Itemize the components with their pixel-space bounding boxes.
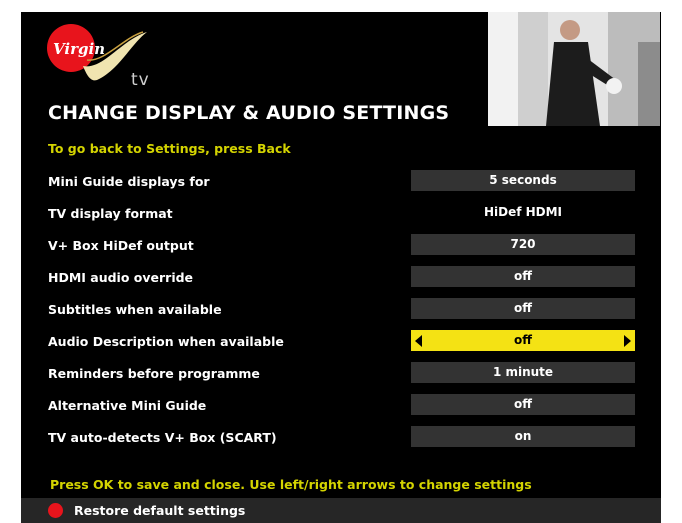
setting-label: Subtitles when available bbox=[48, 302, 222, 317]
page-title: CHANGE DISPLAY & AUDIO SETTINGS bbox=[48, 102, 450, 124]
setting-row-hidef-output[interactable]: V+ Box HiDef output 720 bbox=[21, 234, 661, 260]
setting-value-box[interactable]: off bbox=[411, 266, 635, 287]
setting-label: Reminders before programme bbox=[48, 366, 260, 381]
setting-label: Audio Description when available bbox=[48, 334, 284, 349]
logo-tv-text: tv bbox=[131, 70, 150, 90]
setting-value-box[interactable]: 720 bbox=[411, 234, 635, 255]
svg-text:Virgin: Virgin bbox=[53, 40, 105, 58]
setting-row-reminders[interactable]: Reminders before programme 1 minute bbox=[21, 362, 661, 388]
setting-value-box[interactable]: HiDef HDMI bbox=[411, 202, 635, 223]
setting-row-tv-display-format[interactable]: TV display format HiDef HDMI bbox=[21, 202, 661, 228]
setting-value-box[interactable]: 5 seconds bbox=[411, 170, 635, 191]
restore-defaults-button[interactable]: Restore default settings bbox=[21, 498, 661, 523]
setting-row-scart-autodetect[interactable]: TV auto-detects V+ Box (SCART) on bbox=[21, 426, 661, 452]
setting-row-audio-description[interactable]: Audio Description when available off bbox=[21, 330, 661, 356]
tv-screen: Virgin tv CHANGE DISPLAY & AUDIO SETTING… bbox=[21, 12, 661, 523]
setting-row-hdmi-audio-override[interactable]: HDMI audio override off bbox=[21, 266, 661, 292]
setting-value-box[interactable]: 1 minute bbox=[411, 362, 635, 383]
footer-hint: Press OK to save and close. Use left/rig… bbox=[50, 477, 532, 492]
setting-value-box[interactable]: off bbox=[411, 298, 635, 319]
setting-label: HDMI audio override bbox=[48, 270, 194, 285]
live-tv-preview bbox=[488, 12, 660, 126]
back-hint: To go back to Settings, press Back bbox=[48, 141, 291, 156]
setting-label: V+ Box HiDef output bbox=[48, 238, 194, 253]
setting-row-subtitles[interactable]: Subtitles when available off bbox=[21, 298, 661, 324]
setting-label: TV display format bbox=[48, 206, 173, 221]
setting-row-alternative-mini-guide[interactable]: Alternative Mini Guide off bbox=[21, 394, 661, 420]
arrow-right-icon[interactable] bbox=[624, 335, 631, 347]
red-button-icon bbox=[48, 503, 63, 518]
setting-value-selector-selected[interactable]: off bbox=[411, 330, 635, 351]
setting-value-box[interactable]: on bbox=[411, 426, 635, 447]
setting-row-mini-guide-duration[interactable]: Mini Guide displays for 5 seconds bbox=[21, 170, 661, 196]
restore-defaults-label: Restore default settings bbox=[74, 503, 246, 518]
setting-label: TV auto-detects V+ Box (SCART) bbox=[48, 430, 277, 445]
setting-label: Mini Guide displays for bbox=[48, 174, 210, 189]
setting-value-box[interactable]: off bbox=[411, 394, 635, 415]
virgin-tv-logo: Virgin tv bbox=[43, 20, 153, 98]
setting-value: off bbox=[514, 333, 532, 347]
arrow-left-icon[interactable] bbox=[415, 335, 422, 347]
setting-label: Alternative Mini Guide bbox=[48, 398, 207, 413]
